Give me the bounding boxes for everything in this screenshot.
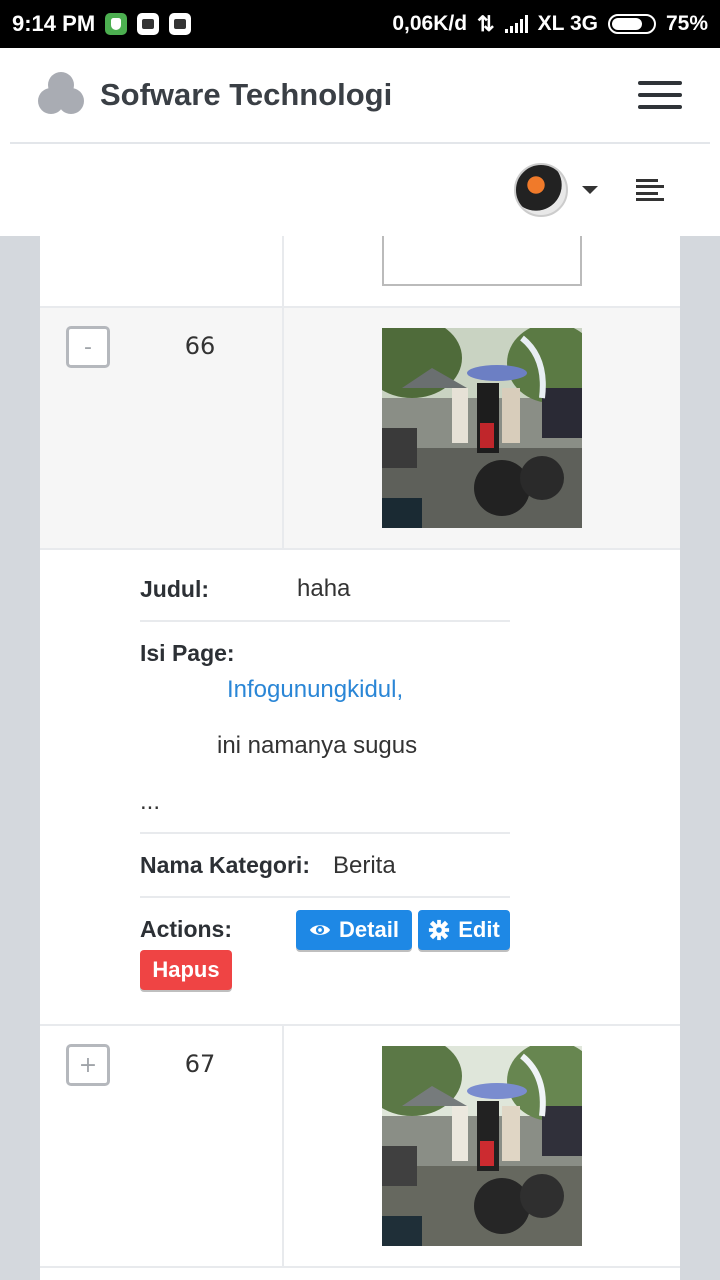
status-right: 0,06K/d ⇅ XL 3G 75% [392, 12, 708, 37]
top-navbar: Sofware Technologi [0, 48, 720, 236]
brand-name[interactable]: Sofware Technologi [100, 77, 392, 113]
bbm-icon [169, 13, 192, 35]
three-circles-logo-icon [38, 72, 84, 118]
text-align-icon[interactable] [636, 179, 664, 201]
isi-page-more: ... [140, 788, 161, 815]
status-bar: 9:14 PM 0,06K/d ⇅ XL 3G 75% [0, 0, 720, 48]
status-time: 9:14 PM [12, 11, 96, 36]
signal-icon [504, 15, 528, 33]
data-table: - 66 Judul: haha Isi Page: Infogunungkid… [40, 236, 680, 1280]
judul-label: Judul: [140, 576, 209, 602]
network-speed: 0,06K/d [392, 12, 468, 35]
user-row [0, 144, 720, 236]
hapus-button-label: Hapus [152, 957, 220, 982]
isi-page-label: Isi Page: [140, 640, 235, 666]
page-image[interactable] [382, 328, 582, 528]
brand-row: Sofware Technologi [0, 48, 720, 142]
table-row: - 66 [40, 308, 680, 550]
row-detail: Judul: haha Isi Page: Infogunungkidul, i… [40, 550, 680, 1026]
data-transfer-icon: ⇅ [477, 12, 495, 36]
eye-icon [309, 925, 331, 935]
battery-icon [607, 14, 656, 34]
carrier-label: XL 3G [537, 12, 598, 35]
image-frame [382, 236, 582, 286]
chevron-down-icon[interactable] [582, 186, 598, 194]
detail-button-label: Detail [339, 917, 399, 942]
gear-icon [429, 919, 450, 941]
hamburger-icon[interactable] [638, 81, 682, 109]
detail-button[interactable]: Detail [296, 910, 412, 950]
table-row: + 67 [40, 1026, 680, 1268]
battery-percent: 75% [665, 12, 708, 35]
expand-row-button[interactable]: + [66, 1044, 110, 1086]
shield-app-icon [105, 13, 128, 35]
kategori-value: Berita [333, 852, 396, 879]
edit-button-label: Edit [458, 917, 500, 942]
isi-page-link[interactable]: Infogunungkidul, [227, 676, 403, 704]
table-row [40, 236, 680, 308]
edit-button[interactable]: Edit [418, 910, 510, 950]
actions-label: Actions: [140, 916, 232, 942]
page-image[interactable] [382, 1046, 582, 1246]
row-id: 67 [184, 1050, 216, 1078]
judul-value: haha [297, 575, 351, 602]
isi-page-text: ini namanya sugus [217, 732, 418, 759]
bbm-icon [137, 13, 160, 35]
hapus-button[interactable]: Hapus [140, 950, 232, 990]
collapse-row-button[interactable]: - [66, 326, 110, 368]
row-id: 66 [184, 332, 216, 360]
avatar[interactable] [514, 163, 568, 217]
kategori-label: Nama Kategori: [140, 852, 310, 878]
